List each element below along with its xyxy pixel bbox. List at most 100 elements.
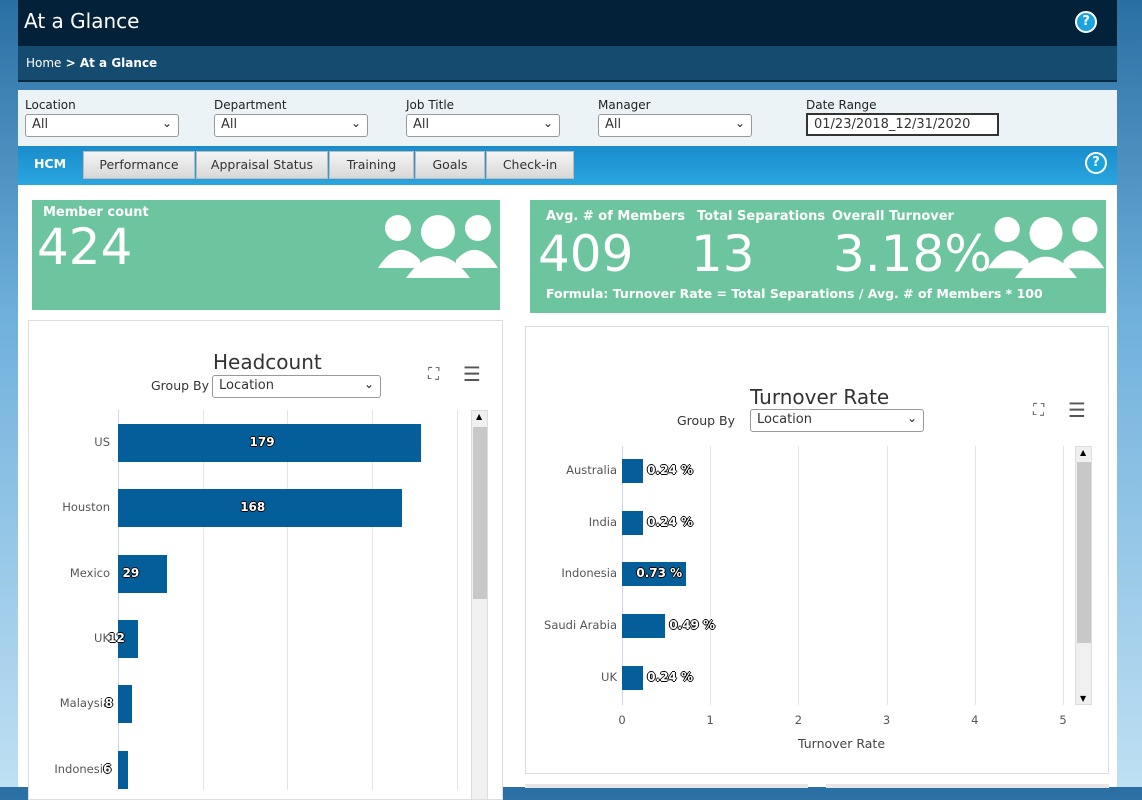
grid-line (202, 410, 204, 790)
y-category-label: Malaysia (59, 696, 110, 711)
job-title-select[interactable]: All ⌄ (406, 114, 560, 137)
people-icon (378, 215, 498, 278)
tab-help-icon[interactable]: ? (1085, 152, 1107, 174)
x-tick-label: 3 (882, 713, 891, 727)
breadcrumb-separator: > (61, 56, 80, 70)
y-category-label: US (94, 435, 110, 449)
y-category-label: UK (94, 630, 110, 645)
grid-line (886, 446, 888, 705)
bar-value-label: 6 (103, 761, 112, 776)
app-header (18, 0, 1117, 46)
date-range-input[interactable]: 01/23/2018_12/31/2020 (806, 113, 999, 136)
y-category-label: Mexico (69, 565, 110, 580)
manager-select[interactable]: All ⌄ (598, 114, 752, 137)
avg-members-value: 409 (538, 225, 634, 283)
grid-line (287, 410, 289, 790)
grid-line (974, 446, 976, 705)
turnover-scrollbar[interactable]: ▲ ▼ (1075, 446, 1092, 705)
bar-value-label: 0.24 % (647, 514, 693, 529)
bar-value-label: 0.73 % (636, 566, 683, 581)
tab-goals[interactable]: Goals (415, 151, 485, 179)
x-tick-label: 1 (706, 713, 714, 727)
grid-line (710, 446, 712, 705)
tab-training[interactable]: Training (329, 151, 414, 179)
grid-line (456, 410, 458, 790)
overall-turnover-label: Overall Turnover (832, 209, 954, 224)
department-select[interactable]: All ⌄ (214, 114, 368, 137)
people-icon (987, 216, 1105, 278)
menu-icon[interactable]: ☰ (1068, 398, 1086, 422)
headcount-group-by-value: Location (219, 378, 274, 393)
member-count-value: 424 (37, 218, 133, 276)
location-select[interactable]: All ⌄ (25, 114, 179, 137)
bar (118, 685, 132, 724)
expand-icon[interactable]: ⛶ (428, 364, 439, 384)
total-separations-value: 13 (691, 225, 755, 283)
bar-value-label: 0.49 % (669, 618, 716, 633)
tab-hcm[interactable]: HCM (18, 151, 82, 179)
bar (622, 510, 644, 535)
bar-value-label: 8 (104, 696, 114, 711)
job-title-value: All (413, 117, 430, 132)
x-tick-label: 0 (618, 713, 626, 727)
chevron-down-icon: ⌄ (734, 116, 745, 130)
chevron-down-icon: ⌄ (350, 116, 361, 130)
tab-check-in[interactable]: Check-in (486, 151, 574, 179)
y-category-label: Australia (566, 463, 617, 477)
grid-line (118, 410, 119, 790)
y-category-label: Saudi Arabia (544, 618, 617, 633)
job-title-label: Job Title (406, 98, 455, 112)
y-category-label: Indonesia (561, 566, 617, 581)
chevron-down-icon: ⌄ (906, 411, 917, 425)
turnover-group-by-select[interactable]: Location ⌄ (750, 409, 924, 432)
bar (622, 459, 644, 483)
panel-edge (826, 784, 1109, 788)
breadcrumb-current: At a Glance (79, 56, 158, 70)
page-title: At a Glance (24, 9, 140, 33)
turnover-title: Turnover Rate (750, 385, 890, 409)
bar-value-label: 168 (240, 500, 266, 515)
expand-icon[interactable]: ⛶ (1033, 400, 1044, 420)
tab-appraisal-status[interactable]: Appraisal Status (196, 151, 328, 179)
x-tick-label: 4 (971, 713, 979, 727)
scroll-up-icon[interactable]: ▲ (476, 412, 482, 421)
tab-bar: HCM Performance Appraisal Status Trainin… (18, 146, 1117, 185)
location-value: All (32, 117, 49, 132)
grid-line (371, 410, 373, 790)
bar-value-label: 0.24 % (647, 669, 693, 684)
bar-value-label: 179 (249, 435, 275, 449)
bar (118, 750, 129, 789)
overall-turnover-value: 3.18% (833, 225, 992, 283)
department-label: Department (214, 98, 287, 112)
scroll-down-icon[interactable]: ▼ (1080, 694, 1086, 703)
scroll-thumb[interactable] (1077, 462, 1091, 643)
headcount-scrollbar[interactable]: ▲ (471, 410, 488, 800)
headcount-title: Headcount (213, 350, 322, 374)
manager-value: All (605, 117, 622, 132)
turnover-formula: Formula: Turnover Rate = Total Separatio… (546, 286, 1043, 301)
scroll-thumb[interactable] (473, 427, 487, 599)
tab-performance[interactable]: Performance (83, 151, 195, 179)
headcount-group-by-select[interactable]: Location ⌄ (212, 375, 381, 398)
date-range-label: Date Range (806, 98, 877, 112)
bar-value-label: 12 (108, 630, 125, 645)
menu-icon[interactable]: ☰ (463, 362, 481, 386)
x-tick-label: 5 (1059, 713, 1067, 727)
total-separations-label: Total Separations (697, 209, 826, 224)
filter-bar: Location All ⌄ Department All ⌄ Job Title … (18, 90, 1117, 146)
y-category-label: UK (601, 669, 617, 684)
avg-members-label: Avg. # of Members (546, 209, 685, 224)
y-category-label: Indonesia (54, 761, 110, 776)
help-icon[interactable]: ? (1075, 11, 1097, 33)
bar-value-label: 29 (122, 565, 140, 580)
scroll-up-icon[interactable]: ▲ (1080, 448, 1086, 457)
turnover-group-by-label: Group By (677, 413, 736, 428)
chevron-down-icon: ⌄ (161, 116, 172, 130)
grid-line (798, 446, 800, 705)
location-label: Location (25, 98, 76, 112)
breadcrumb: Home > At a Glance (18, 46, 1117, 82)
member-count-card: Member count 424 (32, 200, 500, 310)
department-value: All (221, 117, 238, 132)
bar (622, 614, 666, 639)
breadcrumb-home[interactable]: Home (26, 56, 61, 70)
